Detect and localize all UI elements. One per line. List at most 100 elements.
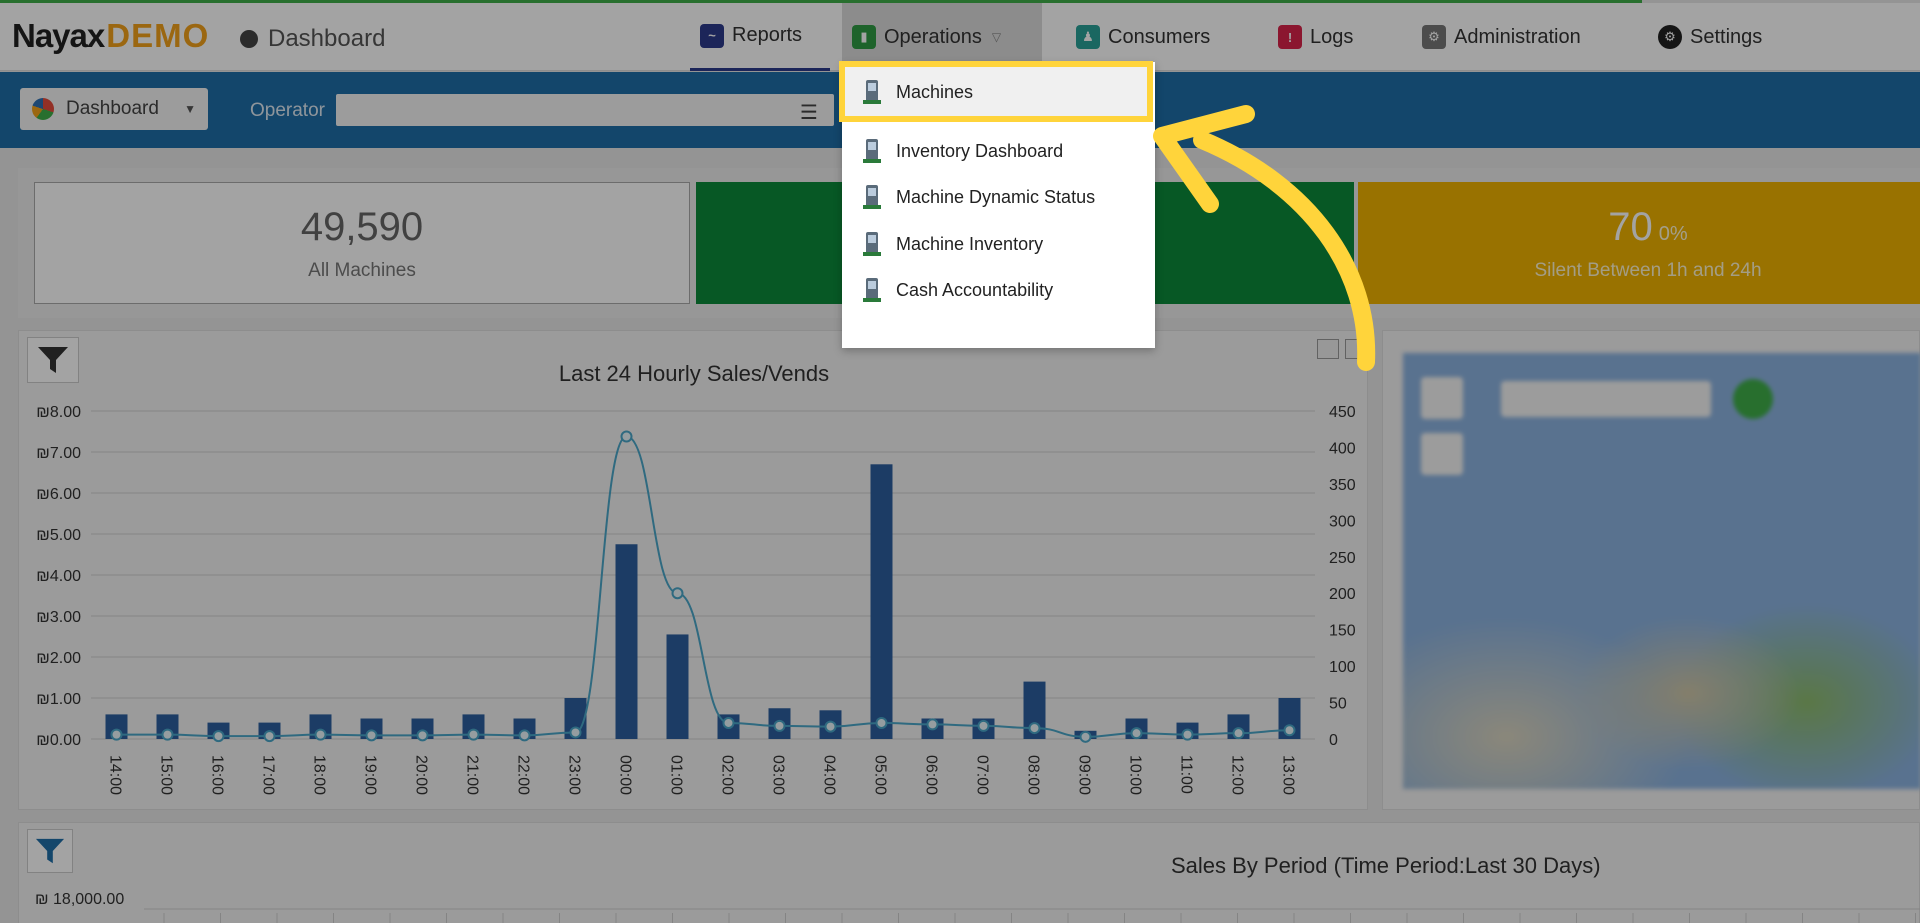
nav-logs-label: Logs [1310, 25, 1354, 48]
machine-inventory-icon [860, 230, 884, 258]
settings-gear-icon: ⚙ [1658, 25, 1682, 49]
kpi-all-machines-label: All Machines [308, 259, 416, 281]
operations-icon: ▮ [852, 25, 876, 49]
x-tick-label: 18:00 [311, 755, 328, 795]
page-title-text: Dashboard [268, 25, 386, 52]
vends-point [1232, 727, 1245, 740]
administration-icon: ⚙ [1422, 25, 1446, 49]
vends-point [926, 718, 939, 731]
x-tick-label: 22:00 [515, 755, 532, 795]
kpi-silent-percent: 0% [1658, 222, 1688, 245]
page-title: Dashboard [240, 25, 385, 53]
map-marker-icon[interactable] [1733, 379, 1773, 419]
x-tick-label: 09:00 [1076, 755, 1093, 795]
nav-consumers-label: Consumers [1108, 25, 1211, 48]
nav-settings[interactable]: ⚙ Settings [1648, 3, 1788, 71]
vends-point [518, 729, 531, 742]
x-tick-label: 04:00 [821, 755, 838, 795]
kpi-silent-label: Silent Between 1h and 24h [1534, 259, 1762, 281]
menu-item-label: Machine Dynamic Status [896, 186, 1096, 207]
x-tick-label: 03:00 [770, 755, 787, 795]
filter-icon [35, 838, 65, 864]
x-tick-label: 20:00 [413, 755, 430, 795]
vends-point [314, 728, 327, 741]
sales-by-period-panel: Sales By Period (Time Period:Last 30 Day… [18, 822, 1920, 923]
period-y-tick: ₪ 18,000.00 [35, 891, 125, 908]
vends-point [212, 730, 225, 743]
chart-title: Last 24 Hourly Sales/Vends [559, 361, 829, 386]
y-tick-label: ₪8.00 [36, 404, 81, 421]
vends-point [569, 726, 582, 739]
kpi-all-machines-value: 49,590 [300, 204, 424, 249]
y-tick-label: ₪3.00 [36, 609, 81, 626]
consumers-icon: ♟ [1076, 25, 1100, 49]
logs-icon: ! [1278, 25, 1302, 49]
list-icon[interactable]: ☰ [800, 100, 818, 125]
kpi-all-machines[interactable]: 49,590 All Machines [34, 182, 690, 304]
cash-accountability-icon [860, 276, 884, 304]
vends-point [722, 716, 735, 729]
x-tick-label: 14:00 [107, 755, 124, 795]
y2-tick-label: 300 [1329, 513, 1356, 530]
x-tick-label: 13:00 [1280, 755, 1297, 795]
x-tick-label: 01:00 [668, 755, 685, 795]
period-chart-grid [144, 908, 1920, 923]
x-tick-label: 17:00 [260, 755, 277, 795]
y-tick-label: ₪1.00 [36, 691, 81, 708]
x-tick-label: 15:00 [158, 755, 175, 795]
y2-tick-label: 150 [1329, 623, 1356, 640]
vends-point [1028, 722, 1041, 735]
x-tick-label: 16:00 [209, 755, 226, 795]
dashboard-select[interactable]: Dashboard ▼ [20, 88, 208, 130]
map-search-box[interactable] [1501, 381, 1711, 417]
operator-label: Operator [250, 100, 325, 121]
operator-input[interactable] [336, 94, 834, 126]
y2-tick-label: 350 [1329, 477, 1356, 494]
vends-point [161, 728, 174, 741]
operations-dropdown: Machines Inventory Dashboard Machine Dynam… [839, 61, 1155, 348]
x-tick-label: 05:00 [872, 755, 889, 795]
nav-logs[interactable]: ! Logs [1268, 3, 1378, 71]
nav-reports[interactable]: ~ Reports [690, 3, 830, 71]
y-tick-label: ₪4.00 [36, 568, 81, 585]
nayax-logo[interactable]: NayaxDEMO [12, 17, 209, 55]
vends-point [1283, 724, 1296, 737]
y2-tick-label: 200 [1329, 586, 1356, 603]
y-tick-label: ₪6.00 [36, 486, 81, 503]
vends-point [1079, 730, 1092, 743]
vends-point [875, 716, 888, 729]
x-tick-label: 21:00 [464, 755, 481, 795]
y2-tick-label: 400 [1329, 440, 1356, 457]
bar [870, 464, 893, 739]
nav-operations-label: Operations [884, 25, 982, 48]
menu-item-machines[interactable]: Machines [842, 64, 1155, 120]
period-filter-button[interactable] [27, 829, 73, 873]
menu-item-cash-accountability[interactable]: Cash Accountability [842, 262, 1155, 318]
machine-dynamic-status-icon [860, 183, 884, 211]
y2-tick-label: 100 [1329, 659, 1356, 676]
x-tick-label: 10:00 [1127, 755, 1144, 795]
bar [615, 544, 638, 739]
vends-point [416, 729, 429, 742]
map-layer-control[interactable] [1421, 433, 1463, 475]
tutorial-arrow-icon [1153, 105, 1376, 371]
x-tick-label: 02:00 [719, 755, 736, 795]
map-zoom-control[interactable] [1421, 377, 1463, 419]
period-chart-title: Sales By Period (Time Period:Last 30 Day… [1171, 853, 1601, 878]
y2-tick-label: 250 [1329, 550, 1356, 567]
vends-point [977, 719, 990, 732]
machines-map[interactable] [1403, 353, 1920, 789]
y2-tick-label: 0 [1329, 732, 1338, 749]
map-panel [1382, 330, 1920, 810]
hourly-sales-panel: Last 24 Hourly Sales/Vends ₪0.00 ₪1.00 ₪2.0… [18, 330, 1368, 810]
y2-tick-label: 50 [1329, 696, 1347, 713]
vends-point [110, 728, 123, 741]
bar [666, 634, 689, 739]
menu-item-label: Machine Inventory [896, 233, 1044, 254]
machines-icon [860, 78, 884, 106]
nav-administration[interactable]: ⚙ Administration [1412, 3, 1612, 71]
x-tick-label: 06:00 [923, 755, 940, 795]
kpi-silent-machines[interactable]: 70 0% Silent Between 1h and 24h [1358, 182, 1920, 304]
x-tick-label: 19:00 [362, 755, 379, 795]
vends-point [620, 430, 633, 443]
